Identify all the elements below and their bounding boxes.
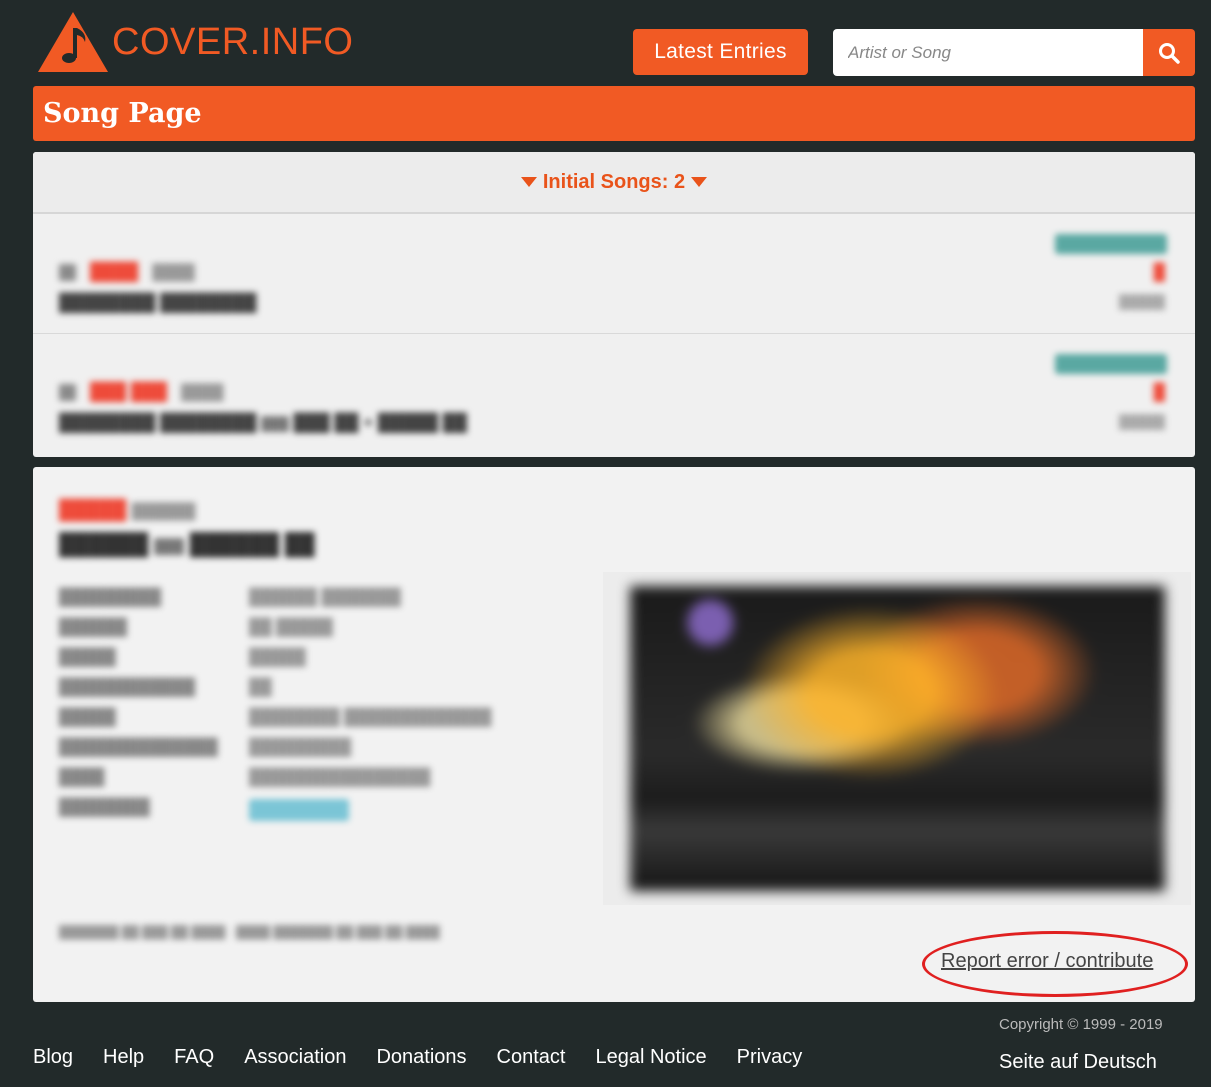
- footer-link-blog[interactable]: Blog: [33, 1046, 73, 1069]
- page-title-bar: Song Page: [33, 86, 1195, 141]
- caret-down-icon: [520, 177, 537, 187]
- latest-entries-button[interactable]: Latest Entries: [633, 29, 808, 75]
- cover-image[interactable]: [603, 572, 1191, 905]
- search-form: [833, 29, 1195, 76]
- list-item[interactable]: ███ ███ ████ ████████ ████████ ███ ███ ██…: [33, 334, 1195, 454]
- initial-songs-header: Initial Songs: 2: [33, 152, 1195, 214]
- page-title: Song Page: [43, 98, 202, 129]
- language-switch-link[interactable]: Seite auf Deutsch: [999, 1051, 1157, 1074]
- blurred-timestamps: ███████ ██ ███ ██ ████ · ████ ███████ ██…: [59, 925, 440, 939]
- search-button[interactable]: [1143, 29, 1195, 76]
- site-header: COVER.INFO Latest Entries: [0, 0, 1211, 86]
- footer-link-donations[interactable]: Donations: [376, 1046, 466, 1069]
- footer-nav: Blog Help FAQ Association Donations Cont…: [33, 1046, 802, 1069]
- footer-link-faq[interactable]: FAQ: [174, 1046, 214, 1069]
- footer-link-privacy[interactable]: Privacy: [737, 1046, 803, 1069]
- footer-link-contact[interactable]: Contact: [497, 1046, 566, 1069]
- initial-songs-panel: Initial Songs: 2 ████ ████ ████████ █████…: [33, 152, 1195, 457]
- search-input[interactable]: [833, 29, 1143, 76]
- site-logo[interactable]: COVER.INFO: [36, 10, 353, 74]
- logo-text: COVER.INFO: [112, 20, 354, 63]
- footer-link-association[interactable]: Association: [244, 1046, 346, 1069]
- list-item[interactable]: ████ ████ ████████ ████████ █ █████: [33, 214, 1195, 334]
- search-icon: [1159, 42, 1180, 64]
- initial-songs-toggle[interactable]: Initial Songs: 2: [520, 170, 708, 194]
- caret-down-icon: [691, 177, 708, 187]
- copyright-text: Copyright © 1999 - 2019: [999, 1016, 1163, 1033]
- report-error-link[interactable]: Report error / contribute: [941, 950, 1153, 973]
- footer-link-help[interactable]: Help: [103, 1046, 144, 1069]
- blurred-cover-art: [629, 586, 1165, 891]
- note-triangle-icon: [38, 12, 108, 72]
- footer-link-legal-notice[interactable]: Legal Notice: [595, 1046, 706, 1069]
- initial-songs-label: Initial Songs: 2: [542, 170, 686, 193]
- song-detail-panel: █████ ██████ ██████ ███ ██████ ██ ██████…: [33, 467, 1195, 1002]
